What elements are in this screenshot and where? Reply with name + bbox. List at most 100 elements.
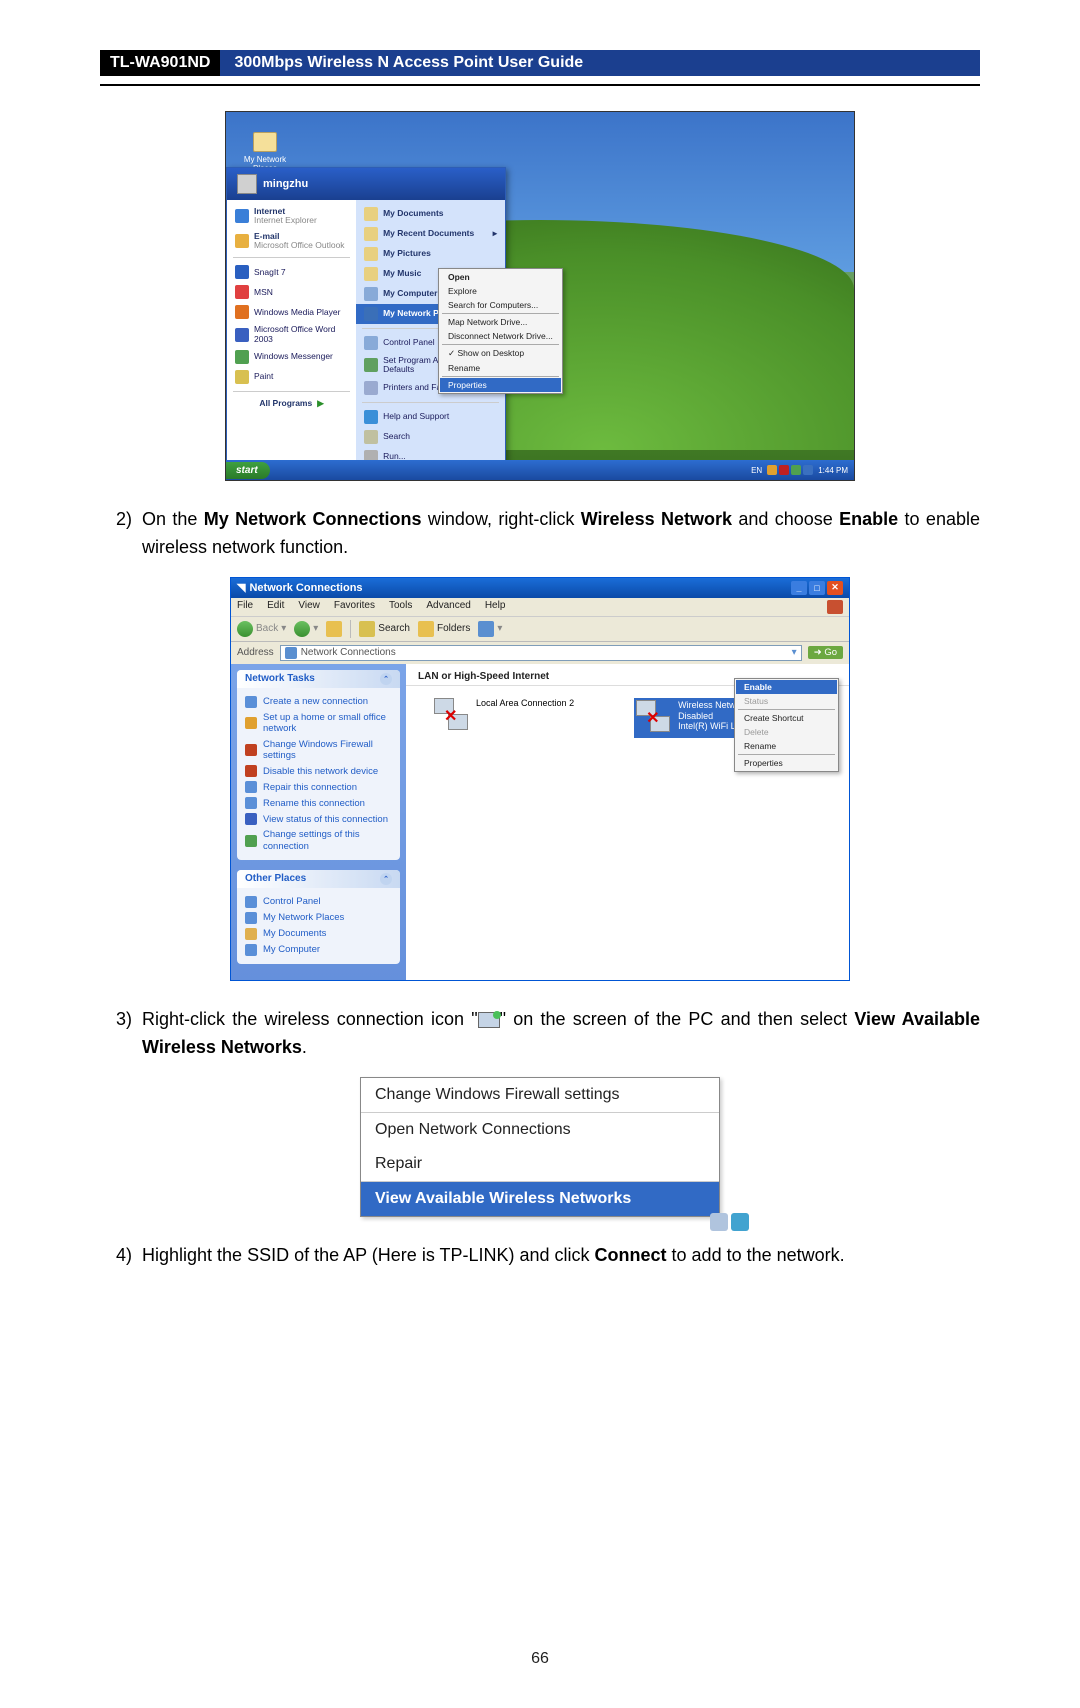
close-button[interactable]: ✕ (827, 581, 843, 595)
document-header: TL-WA901ND 300Mbps Wireless N Access Poi… (100, 50, 980, 76)
minimize-button[interactable]: _ (791, 581, 807, 595)
ctx-props[interactable]: Properties (736, 756, 837, 770)
go-button[interactable]: ➜ Go (808, 646, 843, 659)
start-item-messenger[interactable]: Windows Messenger (227, 347, 356, 367)
ctx-disconnect-drive[interactable]: Disconnect Network Drive... (440, 329, 561, 343)
start-item-word[interactable]: Microsoft Office Word 2003 (227, 322, 356, 347)
step-4: 4) Highlight the SSID of the AP (Here is… (100, 1242, 980, 1270)
tray-clock: 1:44 PM (818, 466, 848, 475)
tm-repair[interactable]: Repair (361, 1147, 719, 1181)
task-status[interactable]: View status of this connection (245, 811, 392, 827)
task-home-network[interactable]: Set up a home or small office network (245, 710, 392, 737)
taskbar: start EN 1:44 PM (226, 460, 854, 480)
task-firewall[interactable]: Change Windows Firewall settings (245, 737, 392, 764)
ctx-enable[interactable]: Enable (736, 680, 837, 694)
start-item-wmp[interactable]: Windows Media Player (227, 302, 356, 322)
other-mycomputer[interactable]: My Computer (245, 942, 392, 958)
start-item-help[interactable]: Help and Support (356, 407, 505, 427)
tray-net-icon[interactable] (791, 465, 801, 475)
task-repair[interactable]: Repair this connection (245, 779, 392, 795)
menubar: File Edit View Favorites Tools Advanced … (231, 598, 849, 617)
menu-edit[interactable]: Edit (267, 600, 284, 614)
views-button[interactable]: ▾ (478, 621, 502, 637)
network-tasks-panel: Network Tasks⌃ Create a new connection S… (237, 670, 400, 860)
menu-file[interactable]: File (237, 600, 253, 614)
ctx-rename[interactable]: Rename (736, 739, 837, 753)
maximize-button[interactable]: □ (809, 581, 825, 595)
ctx-status: Status (736, 694, 837, 708)
guide-title: 300Mbps Wireless N Access Point User Gui… (220, 50, 980, 76)
address-input[interactable]: Network Connections ▾ (280, 645, 802, 661)
task-disable[interactable]: Disable this network device (245, 763, 392, 779)
explorer-sidebar: Network Tasks⌃ Create a new connection S… (231, 664, 406, 980)
tm-firewall[interactable]: Change Windows Firewall settings (361, 1078, 719, 1112)
task-settings[interactable]: Change settings of this connection (245, 827, 392, 854)
ctx-create-shortcut[interactable]: Create Shortcut (736, 711, 837, 725)
other-mydocs[interactable]: My Documents (245, 926, 392, 942)
tm-open-network[interactable]: Open Network Connections (361, 1113, 719, 1147)
explorer-content: LAN or High-Speed Internet ✕ Local Area … (406, 664, 849, 980)
ctx-explore[interactable]: Explore (440, 284, 561, 298)
tray-lang[interactable]: EN (751, 466, 762, 475)
toolbar: Back ▾ ▾ Search Folders ▾ (231, 617, 849, 642)
task-create-connection[interactable]: Create a new connection (245, 694, 392, 710)
ctx-map-drive[interactable]: Map Network Drive... (440, 315, 561, 329)
start-left-column: InternetInternet Explorer E-mailMicrosof… (227, 200, 356, 471)
wireless-tray-icon (478, 1012, 500, 1028)
menu-advanced[interactable]: Advanced (426, 600, 470, 614)
start-all-programs[interactable]: All Programs ▶ (227, 396, 356, 411)
folders-button[interactable]: Folders (418, 621, 470, 637)
menu-help[interactable]: Help (485, 600, 506, 614)
other-places-panel: Other Places⌃ Control Panel My Network P… (237, 870, 400, 964)
search-button[interactable]: Search (359, 621, 410, 637)
explorer-titlebar: ◥Network Connections _ □ ✕ (231, 578, 849, 598)
ctx-rename[interactable]: Rename (440, 361, 561, 375)
chevron-up-icon[interactable]: ⌃ (380, 873, 392, 885)
menu-tools[interactable]: Tools (389, 600, 412, 614)
model-label: TL-WA901ND (100, 50, 220, 76)
back-button[interactable]: Back ▾ (237, 621, 286, 637)
start-item-mydocs[interactable]: My Documents (356, 204, 505, 224)
disconnected-icon: ✕ (444, 706, 457, 726)
chevron-up-icon[interactable]: ⌃ (380, 673, 392, 685)
start-item-paint[interactable]: Paint (227, 367, 356, 387)
ctx-search-computers[interactable]: Search for Computers... (440, 298, 561, 312)
ctx-delete: Delete (736, 725, 837, 739)
forward-button[interactable]: ▾ (294, 621, 318, 637)
tray-wifi-icon[interactable] (731, 1213, 749, 1231)
ctx-properties[interactable]: Properties (440, 378, 561, 392)
xp-flag-icon (827, 600, 843, 614)
tray-net-icon[interactable] (710, 1213, 728, 1231)
menu-view[interactable]: View (298, 600, 320, 614)
local-area-connection[interactable]: ✕ Local Area Connection 2 (434, 698, 574, 738)
ctx-show-desktop[interactable]: ✓ Show on Desktop (440, 346, 561, 361)
xp-desktop-window: My Network Places mingzhu InternetIntern… (225, 111, 855, 481)
step-2: 2) On the My Network Connections window,… (100, 506, 980, 562)
other-control-panel[interactable]: Control Panel (245, 894, 392, 910)
tray-alert-icon[interactable] (779, 465, 789, 475)
start-item-internet[interactable]: InternetInternet Explorer (227, 204, 356, 229)
start-item-snagit[interactable]: SnagIt 7 (227, 262, 356, 282)
start-item-pictures[interactable]: My Pictures (356, 244, 505, 264)
tray-context-menu: Change Windows Firewall settings Open Ne… (360, 1077, 720, 1217)
tray-shield-icon[interactable] (767, 465, 777, 475)
tray-vol-icon[interactable] (803, 465, 813, 475)
menu-favorites[interactable]: Favorites (334, 600, 375, 614)
header-rule (100, 84, 980, 86)
ctx-open[interactable]: Open (440, 270, 561, 284)
folder-icon (253, 132, 277, 152)
start-item-msn[interactable]: MSN (227, 282, 356, 302)
start-item-email[interactable]: E-mailMicrosoft Office Outlook (227, 229, 356, 254)
other-network-places[interactable]: My Network Places (245, 910, 392, 926)
start-item-search[interactable]: Search (356, 427, 505, 447)
net-icon (285, 647, 297, 659)
tm-view-networks[interactable]: View Available Wireless Networks (361, 1182, 719, 1216)
task-rename[interactable]: Rename this connection (245, 795, 392, 811)
start-item-recent[interactable]: My Recent Documents▸ (356, 224, 505, 244)
avatar-icon (237, 174, 257, 194)
start-button[interactable]: start (226, 462, 270, 479)
screenshot-tray-menu: Change Windows Firewall settings Open Ne… (100, 1077, 980, 1217)
screenshot-desktop: My Network Places mingzhu InternetIntern… (100, 111, 980, 481)
up-button[interactable] (326, 621, 342, 637)
context-menu-wireless: Enable Status Create Shortcut Delete Ren… (734, 678, 839, 772)
